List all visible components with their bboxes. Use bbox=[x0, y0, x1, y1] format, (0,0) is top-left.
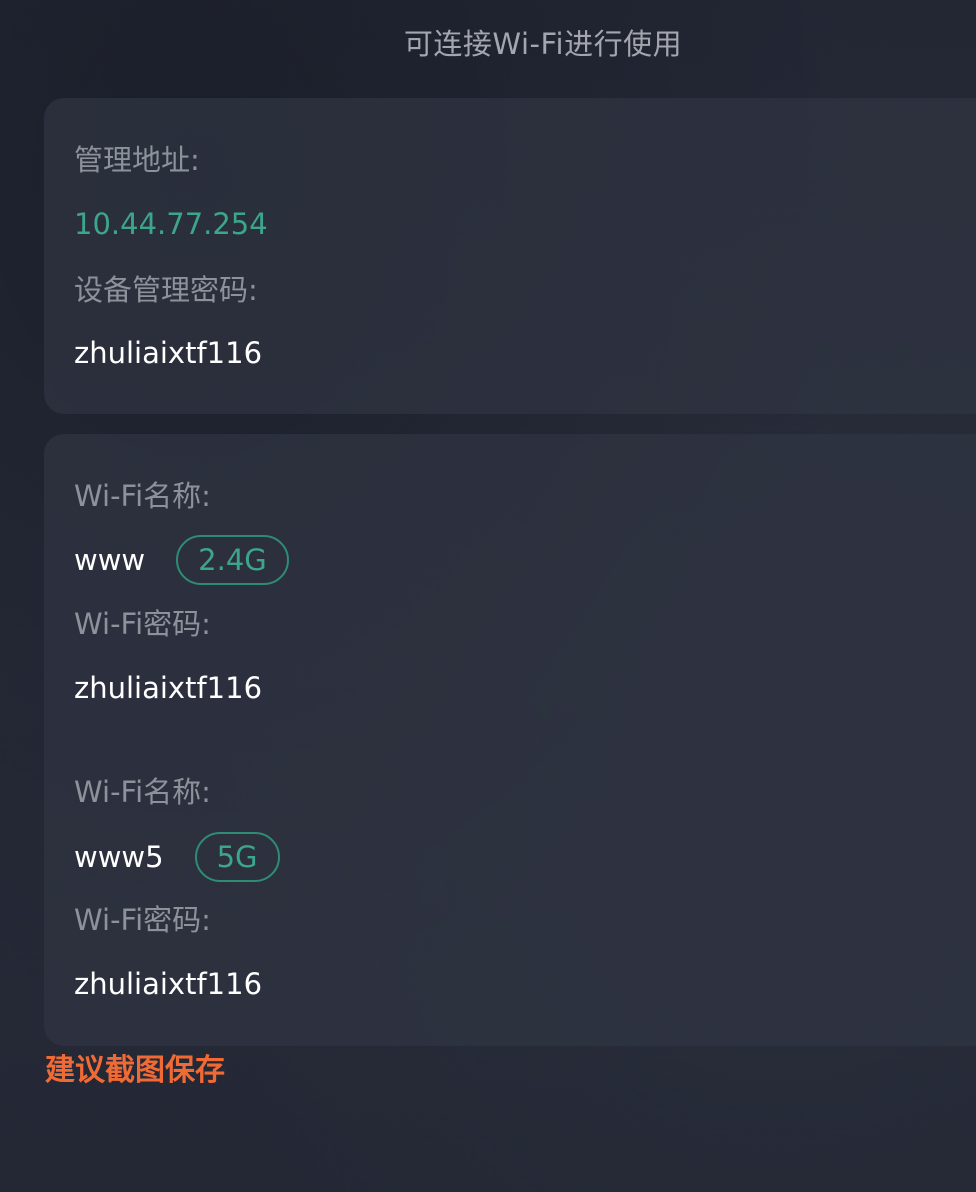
wifi-ssid-2g: www bbox=[74, 543, 146, 577]
admin-password-label: 设备管理密码: bbox=[74, 273, 258, 307]
wifi-ssid-5g: www5 bbox=[74, 840, 164, 874]
band-badge-5g: 5G bbox=[194, 832, 280, 882]
wifi-name-label-5g: Wi-Fi名称: bbox=[74, 775, 211, 809]
wifi-password-2g: zhuliaixtf116 bbox=[74, 671, 263, 705]
admin-address-value[interactable]: 10.44.77.254 bbox=[74, 204, 268, 244]
wifi-password-label-5g: Wi-Fi密码: bbox=[74, 903, 211, 937]
band-badge-2g: 2.4G bbox=[176, 535, 289, 585]
admin-address-label: 管理地址: bbox=[74, 143, 200, 177]
page-title: 可连接Wi-Fi进行使用 bbox=[403, 27, 683, 61]
wifi-password-label-2g: Wi-Fi密码: bbox=[74, 607, 211, 641]
admin-password-value: zhuliaixtf116 bbox=[74, 336, 263, 370]
wifi-name-label-2g: Wi-Fi名称: bbox=[74, 479, 211, 513]
wifi-info-card: Wi-Fi名称: www 2.4G Wi-Fi密码: zhuliaixtf116… bbox=[44, 434, 976, 1046]
wifi-password-5g: zhuliaixtf116 bbox=[74, 967, 263, 1001]
screenshot-tip: 建议截图保存 bbox=[45, 1053, 225, 1088]
admin-info-card: 管理地址: 10.44.77.254 设备管理密码: zhuliaixtf116 bbox=[44, 98, 976, 414]
wifi-ssid-row-2g: www 2.4G bbox=[74, 533, 289, 587]
wifi-ssid-row-5g: www5 5G bbox=[74, 830, 280, 884]
